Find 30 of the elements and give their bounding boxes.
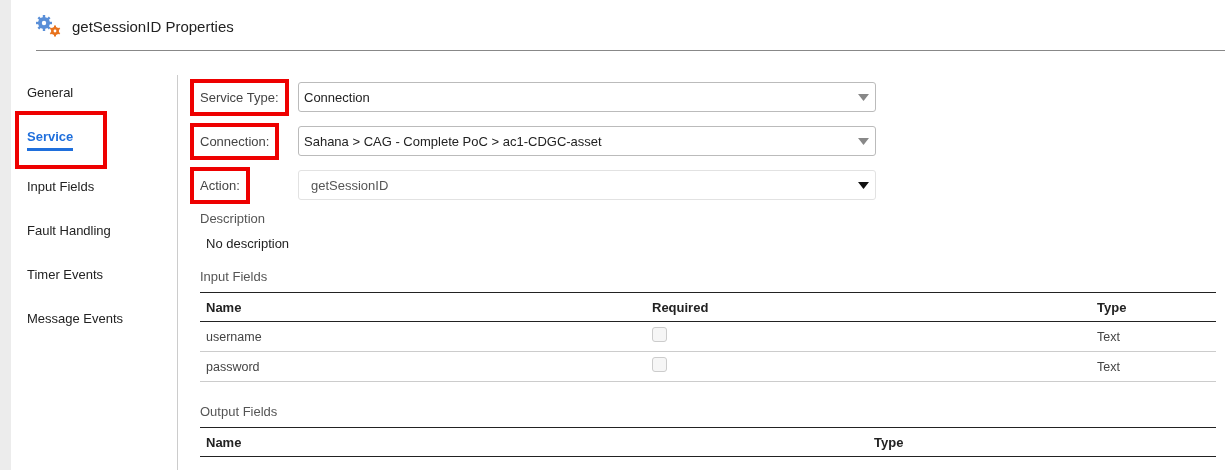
column-header: Type bbox=[873, 434, 905, 450]
section-heading: Output Fields bbox=[200, 404, 279, 419]
dropdown-field[interactable]: Sahana > CAG - Complete PoC > ac1-CDGC-asset bbox=[298, 126, 876, 156]
gears-icon bbox=[36, 15, 62, 37]
field-label: Service Type: bbox=[190, 78, 289, 116]
column-header: Type bbox=[1096, 299, 1128, 315]
sidebar-tab[interactable]: Fault Handling bbox=[27, 219, 177, 263]
sidebar-tab[interactable]: Message Events bbox=[27, 307, 177, 351]
caret-icon bbox=[858, 181, 869, 189]
section-heading: Description bbox=[200, 211, 267, 226]
table-cell-text: Text bbox=[1096, 329, 1121, 344]
table-cell-text: password bbox=[205, 359, 261, 374]
field-label: Connection: bbox=[190, 122, 280, 160]
caret-icon bbox=[858, 93, 869, 101]
table-cell-text: Text bbox=[1096, 359, 1121, 374]
field-label: Action: bbox=[190, 166, 250, 204]
column-header: Name bbox=[205, 434, 243, 450]
table-cell-text: username bbox=[205, 329, 263, 344]
column-header: Name bbox=[205, 299, 243, 315]
caret-icon bbox=[858, 137, 869, 145]
required-checkbox[interactable] bbox=[652, 327, 667, 342]
sidebar-tab[interactable]: Timer Events bbox=[27, 263, 177, 307]
section-heading: Input Fields bbox=[200, 269, 269, 284]
dropdown-field[interactable]: Connection bbox=[298, 82, 876, 112]
column-header: Required bbox=[651, 299, 710, 315]
sidebar-tab[interactable]: Input Fields bbox=[27, 175, 177, 219]
required-checkbox[interactable] bbox=[652, 357, 667, 372]
description-text: No description bbox=[206, 236, 291, 251]
sidebar-tab[interactable]: General bbox=[27, 81, 177, 125]
panel-title: getSessionID Properties bbox=[72, 17, 234, 35]
